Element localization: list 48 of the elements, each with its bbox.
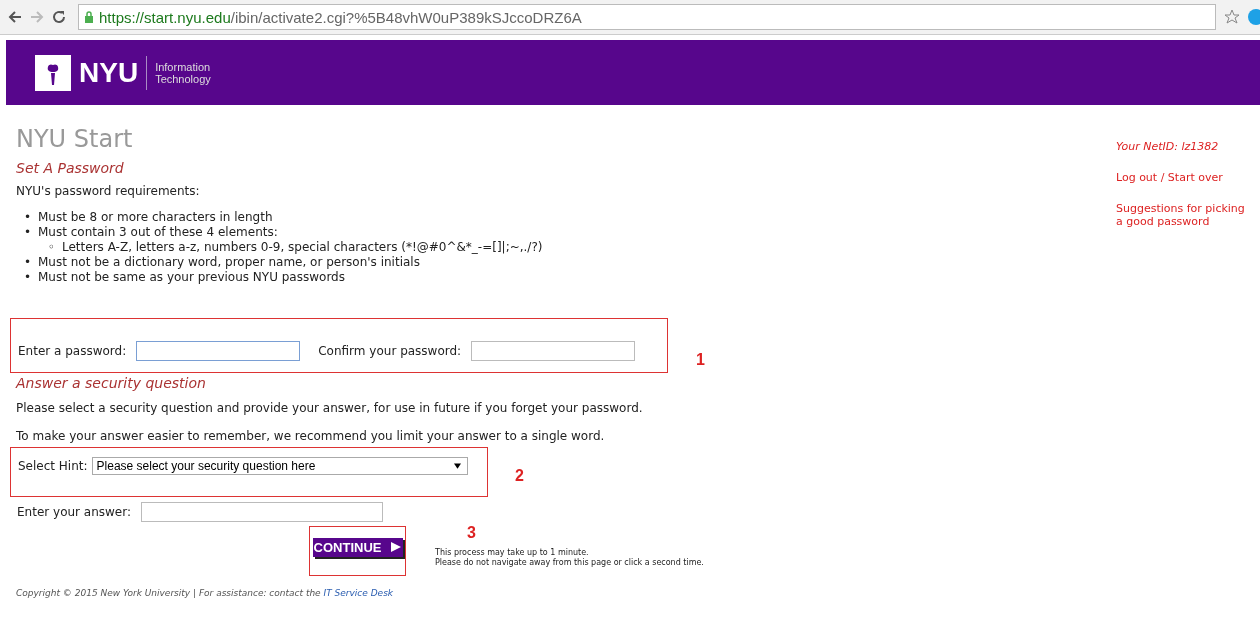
instruction-text: To make your answer easier to remember, we recommend you limit your answer to a single word. [16,429,606,443]
instruction-text: Please select a security question and provide your answer, for use in future if you forget your password. [16,401,644,415]
section-heading: Answer a security question [16,375,207,391]
requirement-item: Must be 8 or more characters in length [38,210,273,225]
continue-button[interactable]: CONTINUE [312,537,403,557]
password-field[interactable] [136,340,301,361]
extension-icon[interactable] [1248,9,1260,25]
caret-icon [453,463,461,469]
requirement-item: Must not be a dictionary word, proper name, or person's initials [38,255,420,270]
bullet-marker: • [24,225,33,240]
star-icon[interactable] [1224,9,1240,25]
torch-logo-icon [35,54,71,91]
field-label: Confirm your password: [318,343,462,358]
lock-icon [84,11,94,23]
footer-text: Copyright © 2015 New York University | For assistance: contact the IT Service Desk [16,588,395,598]
field-label: Select Hint: [18,459,88,473]
requirement-item: Must not be same as your previous NYU passwords [38,270,345,285]
field-label: Enter your answer: [17,505,131,519]
service-desk-link[interactable]: IT Service Desk [323,588,394,598]
reload-icon[interactable] [52,10,66,24]
process-note: This process may take up to 1 minute. [435,548,590,558]
annotation-number: 1 [696,351,705,369]
back-icon[interactable] [8,10,22,24]
process-note: Please do not navigate away from this page or click a second time. [435,558,704,568]
requirements-intro: NYU's password requirements: [16,184,201,198]
annotation-number: 2 [515,467,524,485]
field-label: Enter a password: [18,343,127,358]
requirement-item: Must contain 3 out of these 4 elements: [38,225,278,240]
header-subtitle: Technology [155,72,211,85]
bullet-marker: ◦ [48,240,57,255]
suggestions-link[interactable]: Suggestions for picking a good password [1116,202,1251,228]
section-heading: Set A Password [16,160,125,176]
forward-icon[interactable] [30,10,44,24]
logo-text: NYU [79,55,148,90]
requirement-item: Letters A-Z, letters a-z, numbers 0-9, special characters (*!@#0^&*_-=[]|;~,./?) [62,240,543,255]
annotation-number: 3 [467,526,476,540]
hint-dropdown[interactable]: Please select your security question here [91,457,468,475]
logout-link[interactable]: Log out / Start over [1116,171,1251,184]
address-bar[interactable]: https://start.nyu.edu/ibin/activate2.cgi?%5B48vhW0uP389kSJccoDRZ6A [78,4,1216,30]
header-subtitle: Information [155,60,211,73]
bullet-marker: • [24,255,33,270]
confirm-password-field[interactable] [471,340,636,361]
page-title: NYU Start [16,124,134,154]
bullet-marker: • [24,270,33,285]
answer-field[interactable] [141,502,383,522]
netid-text: Your NetID: lz1382 [1116,140,1220,153]
play-icon [391,542,402,552]
bullet-marker: • [24,210,33,225]
